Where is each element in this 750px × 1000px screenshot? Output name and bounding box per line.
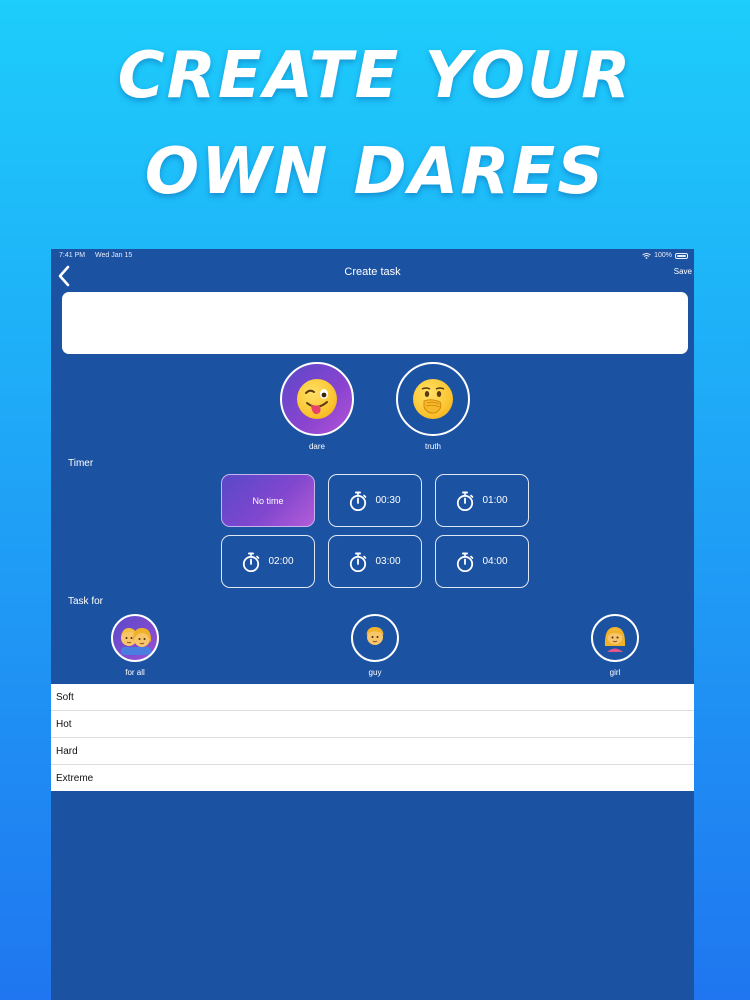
- timer-option-01-00[interactable]: 01:00: [435, 474, 529, 527]
- timer-option-no-time[interactable]: No time: [221, 474, 315, 527]
- timer-option-00-30[interactable]: 00:30: [328, 474, 422, 527]
- audience-circle-girl: [591, 614, 639, 662]
- nav-bar: Create task Save: [51, 263, 694, 293]
- timer-option-label: 02:00: [268, 556, 294, 567]
- headline-line-2: OWN DARES: [144, 135, 606, 209]
- timer-option-04-00[interactable]: 04:00: [435, 535, 529, 588]
- audience-label-guy: guy: [368, 668, 382, 677]
- level-item-hard[interactable]: Hard: [51, 738, 694, 765]
- task-for-label: Task for: [68, 596, 104, 607]
- timer-option-label: 03:00: [375, 556, 401, 567]
- audience-circle-for-all: [111, 614, 159, 662]
- type-label-dare: dare: [308, 442, 325, 451]
- status-time: 7:41 PM: [59, 252, 86, 259]
- timer-label: Timer: [68, 458, 94, 469]
- woman-icon: [604, 627, 626, 652]
- wifi-icon: [642, 252, 651, 259]
- status-bar: 7:41 PM Wed Jan 15 100%: [51, 249, 694, 263]
- type-circle-truth: [396, 362, 470, 436]
- stopwatch-icon: [350, 491, 367, 511]
- task-text-input[interactable]: [62, 292, 688, 354]
- timer-option-label: No time: [252, 495, 284, 506]
- battery-percent: 100%: [654, 252, 672, 259]
- type-option-truth[interactable]: truth: [394, 362, 472, 451]
- timer-option-02-00[interactable]: 02:00: [221, 535, 315, 588]
- level-item-soft[interactable]: Soft: [51, 684, 694, 711]
- level-list: Soft Hot Hard Extreme: [51, 684, 694, 791]
- audience-circle-guy: [351, 614, 399, 662]
- stopwatch-icon: [350, 552, 367, 572]
- promo-headline: CREATE YOUR OWN DARES: [0, 28, 750, 220]
- headline-line-1: CREATE YOUR: [117, 39, 633, 113]
- stopwatch-icon: [457, 552, 474, 572]
- status-date: Wed Jan 15: [95, 252, 133, 259]
- winking-tongue-face-icon: [297, 379, 337, 419]
- face-with-hand-over-mouth-icon: [413, 379, 453, 419]
- audience-option-guy[interactable]: guy: [345, 614, 405, 677]
- man-icon: [366, 627, 384, 645]
- stopwatch-icon: [457, 491, 474, 511]
- level-item-extreme[interactable]: Extreme: [51, 765, 694, 791]
- audience-option-for-all[interactable]: for all: [105, 614, 165, 677]
- battery-icon: [675, 252, 688, 259]
- type-option-dare[interactable]: dare: [278, 362, 356, 451]
- timer-option-label: 01:00: [482, 495, 508, 506]
- audience-option-girl[interactable]: girl: [585, 614, 645, 677]
- level-item-hot[interactable]: Hot: [51, 711, 694, 738]
- type-label-truth: truth: [424, 442, 441, 451]
- page-title: Create task: [344, 266, 401, 278]
- app-screen: 7:41 PM Wed Jan 15 100% Create task Save: [51, 249, 694, 1000]
- timer-option-03-00[interactable]: 03:00: [328, 535, 422, 588]
- stopwatch-icon: [243, 552, 260, 572]
- type-circle-dare: [280, 362, 354, 436]
- audience-label-for-all: for all: [125, 668, 145, 677]
- audience-label-girl: girl: [609, 668, 621, 677]
- save-button[interactable]: Save: [674, 267, 692, 276]
- timer-option-label: 04:00: [482, 556, 508, 567]
- timer-option-label: 00:30: [375, 495, 401, 506]
- couple-icon: [121, 628, 152, 655]
